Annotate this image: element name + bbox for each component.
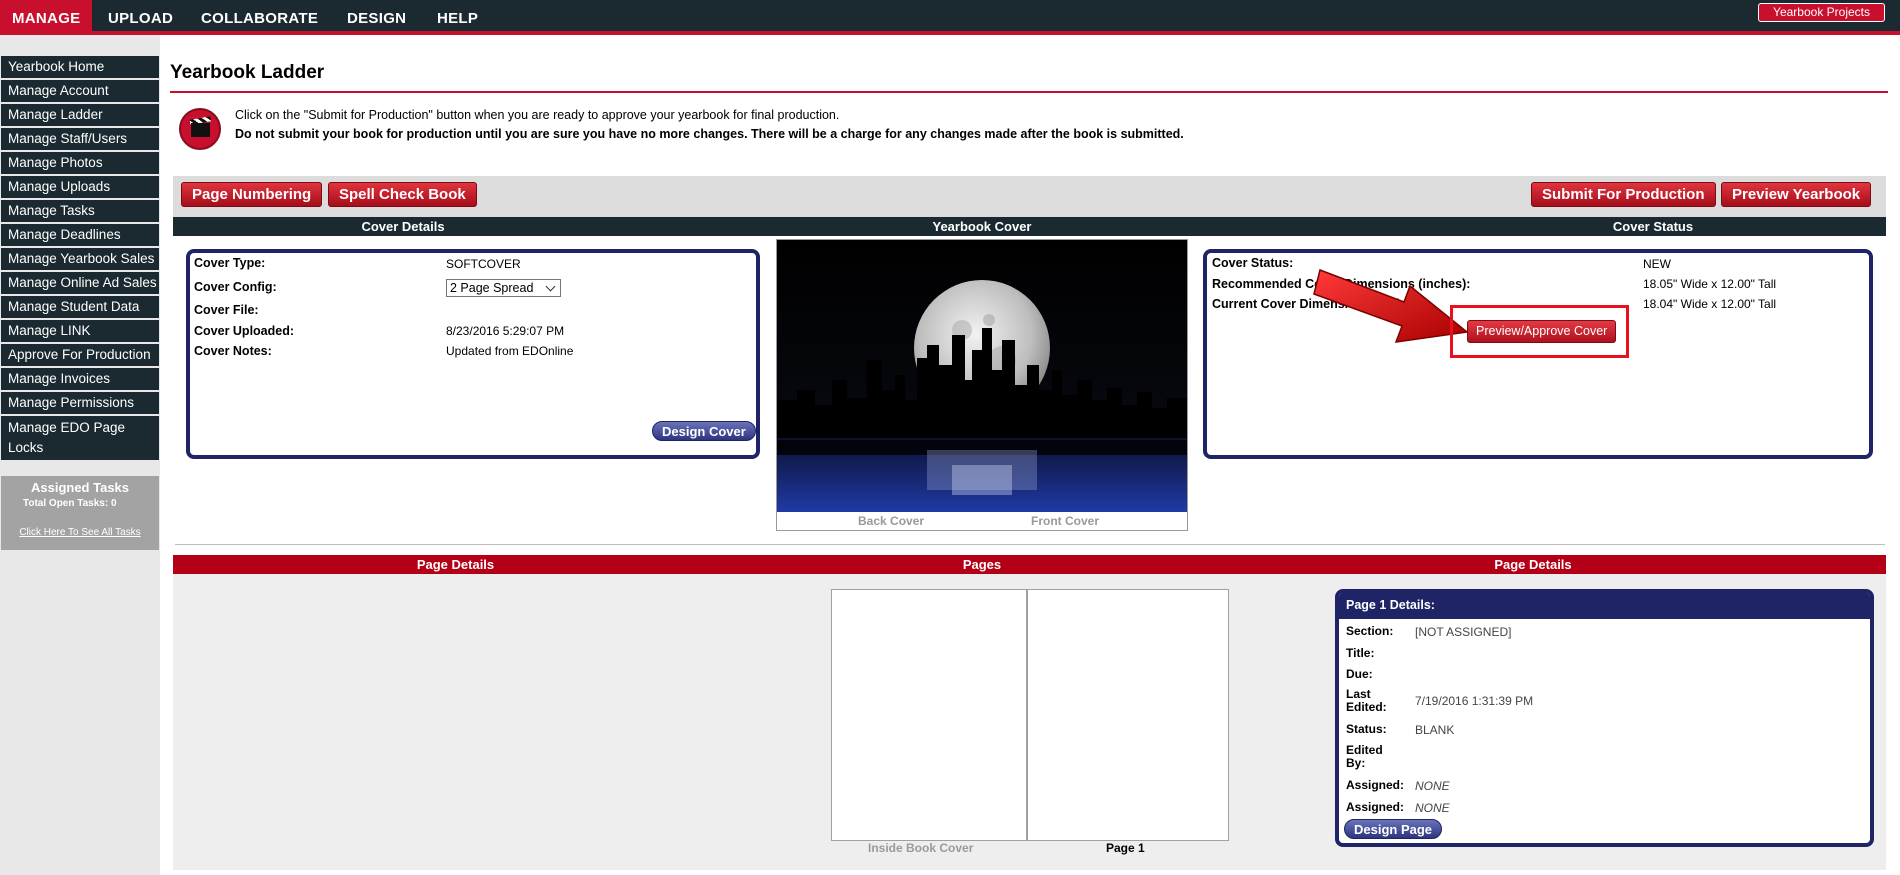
cover-section-header: Cover Details Yearbook Cover Cover Statu… xyxy=(173,217,1886,236)
edited-by-label: Edited By: xyxy=(1346,743,1383,770)
title-divider xyxy=(170,91,1888,93)
page-1-details-panel: Page 1 Details: Section: [NOT ASSIGNED] … xyxy=(1335,589,1874,847)
sidebar-item-manage-tasks[interactable]: Manage Tasks xyxy=(1,200,159,222)
sidebar-item-manage-yearbook-sales[interactable]: Manage Yearbook Sales xyxy=(1,248,159,270)
assigned-tasks-panel: Assigned Tasks Total Open Tasks: 0 Click… xyxy=(1,476,159,550)
last-edited-value: 7/19/2016 1:31:39 PM xyxy=(1415,694,1534,708)
page-1-thumbnail[interactable] xyxy=(1027,589,1229,841)
submit-for-production-button[interactable]: Submit For Production xyxy=(1531,182,1716,207)
cover-image[interactable] xyxy=(777,240,1187,512)
sidebar-item-manage-permissions[interactable]: Manage Permissions xyxy=(1,392,159,414)
page-1-caption: Page 1 xyxy=(1106,841,1145,855)
cover-config-label: Cover Config: xyxy=(194,280,277,294)
page-title: Yearbook Ladder xyxy=(170,62,325,83)
design-page-button[interactable]: Design Page xyxy=(1344,819,1443,839)
cover-file-label: Cover File: xyxy=(194,303,259,317)
title-label: Title: xyxy=(1346,646,1375,660)
pages-header: Pages xyxy=(962,557,1002,572)
cover-config-select[interactable]: 2 Page Spread xyxy=(446,279,561,297)
cover-status-value: NEW xyxy=(1643,257,1671,271)
section-label: Section: xyxy=(1346,624,1394,638)
cover-notes-label: Cover Notes: xyxy=(194,344,272,358)
pages-section-header: Page Details Pages Page Details xyxy=(173,555,1886,574)
sidebar-item-manage-ladder[interactable]: Manage Ladder xyxy=(1,104,159,126)
sidebar-item-manage-staff[interactable]: Manage Staff/Users xyxy=(1,128,159,150)
cover-config-value: 2 Page Spread xyxy=(450,281,534,295)
cover-status-header: Cover Status xyxy=(1612,219,1694,234)
tab-help[interactable]: HELP xyxy=(425,0,490,31)
tab-design[interactable]: DESIGN xyxy=(335,0,418,31)
warning-text: Do not submit your book for production u… xyxy=(235,127,1184,141)
page-details-header-left: Page Details xyxy=(416,557,495,572)
due-label: Due: xyxy=(1346,667,1373,681)
cover-details-header: Cover Details xyxy=(361,219,445,234)
sidebar-item-yearbook-home[interactable]: Yearbook Home xyxy=(1,56,159,78)
chevron-down-icon xyxy=(545,281,556,292)
status-value: BLANK xyxy=(1415,723,1455,737)
sidebar-item-manage-account[interactable]: Manage Account xyxy=(1,80,159,102)
ladder-toolbar: Page Numbering Spell Check Book Submit F… xyxy=(173,176,1886,217)
cover-uploaded-label: Cover Uploaded: xyxy=(194,324,295,338)
yearbook-cover-frame xyxy=(776,239,1188,531)
section-divider xyxy=(175,544,1885,545)
front-cover-caption: Front Cover xyxy=(1031,514,1100,528)
spell-check-button[interactable]: Spell Check Book xyxy=(328,182,477,207)
sidebar-item-manage-link[interactable]: Manage LINK xyxy=(1,320,159,342)
sidebar-item-approve-for-production[interactable]: Approve For Production xyxy=(1,344,159,366)
page-numbering-button[interactable]: Page Numbering xyxy=(181,182,323,207)
sidebar-item-manage-online-ad-sales[interactable]: Manage Online Ad Sales xyxy=(1,272,159,294)
design-cover-button[interactable]: Design Cover xyxy=(652,421,756,441)
recommended-dimensions-value: 18.05" Wide x 12.00" Tall xyxy=(1643,277,1777,291)
yearbook-projects-button[interactable]: Yearbook Projects xyxy=(1758,3,1885,22)
notice-text: Click on the "Submit for Production" but… xyxy=(235,108,840,122)
preview-approve-cover-button[interactable]: Preview/Approve Cover xyxy=(1467,320,1617,343)
section-value: [NOT ASSIGNED] xyxy=(1415,625,1512,639)
arrow-annotation-icon xyxy=(1313,268,1469,343)
assigned-tasks-title: Assigned Tasks xyxy=(30,480,130,495)
inside-cover-caption: Inside Book Cover xyxy=(868,841,974,855)
back-cover-caption: Back Cover xyxy=(858,514,925,528)
cover-type-label: Cover Type: xyxy=(194,256,266,270)
preview-yearbook-button[interactable]: Preview Yearbook xyxy=(1721,182,1872,207)
sidebar-item-manage-student-data[interactable]: Manage Student Data xyxy=(1,296,159,318)
cover-notes-value: Updated from EDOnline xyxy=(446,344,574,358)
cover-status-label: Cover Status: xyxy=(1212,256,1294,270)
status-label: Status: xyxy=(1346,722,1387,736)
tab-manage[interactable]: MANAGE xyxy=(0,0,93,31)
inside-cover-page[interactable] xyxy=(831,589,1027,841)
cover-uploaded-value: 8/23/2016 5:29:07 PM xyxy=(446,324,565,338)
sidebar-item-manage-invoices[interactable]: Manage Invoices xyxy=(1,368,159,390)
assigned-value-2: NONE xyxy=(1415,801,1450,815)
total-open-tasks: Total Open Tasks: 0 xyxy=(23,498,117,509)
assigned-label-2: Assigned: xyxy=(1346,800,1405,814)
current-dimensions-value: 18.04" Wide x 12.00" Tall xyxy=(1643,297,1777,311)
sidebar-item-manage-edo-page-locks[interactable]: Manage EDO Page Locks xyxy=(1,416,159,460)
clapperboard-icon xyxy=(179,108,221,150)
assigned-label: Assigned: xyxy=(1346,778,1405,792)
page-details-header-right: Page Details xyxy=(1494,557,1572,572)
page-1-details-title: Page 1 Details: xyxy=(1339,593,1870,619)
cover-type-value: SOFTCOVER xyxy=(446,257,521,271)
see-all-tasks-link[interactable]: Click Here To See All Tasks xyxy=(1,527,159,538)
last-edited-label: Last Edited: xyxy=(1346,687,1387,714)
yearbook-cover-header: Yearbook Cover xyxy=(932,219,1032,234)
sidebar-item-manage-photos[interactable]: Manage Photos xyxy=(1,152,159,174)
sidebar: Yearbook Home Manage Account Manage Ladd… xyxy=(0,35,160,875)
sidebar-item-manage-deadlines[interactable]: Manage Deadlines xyxy=(1,224,159,246)
tab-collaborate[interactable]: COLLABORATE xyxy=(189,0,330,31)
sidebar-item-manage-uploads[interactable]: Manage Uploads xyxy=(1,176,159,198)
top-nav: MANAGE UPLOAD COLLABORATE DESIGN HELP Ye… xyxy=(0,0,1900,35)
tab-upload[interactable]: UPLOAD xyxy=(96,0,185,31)
assigned-value: NONE xyxy=(1415,779,1450,793)
